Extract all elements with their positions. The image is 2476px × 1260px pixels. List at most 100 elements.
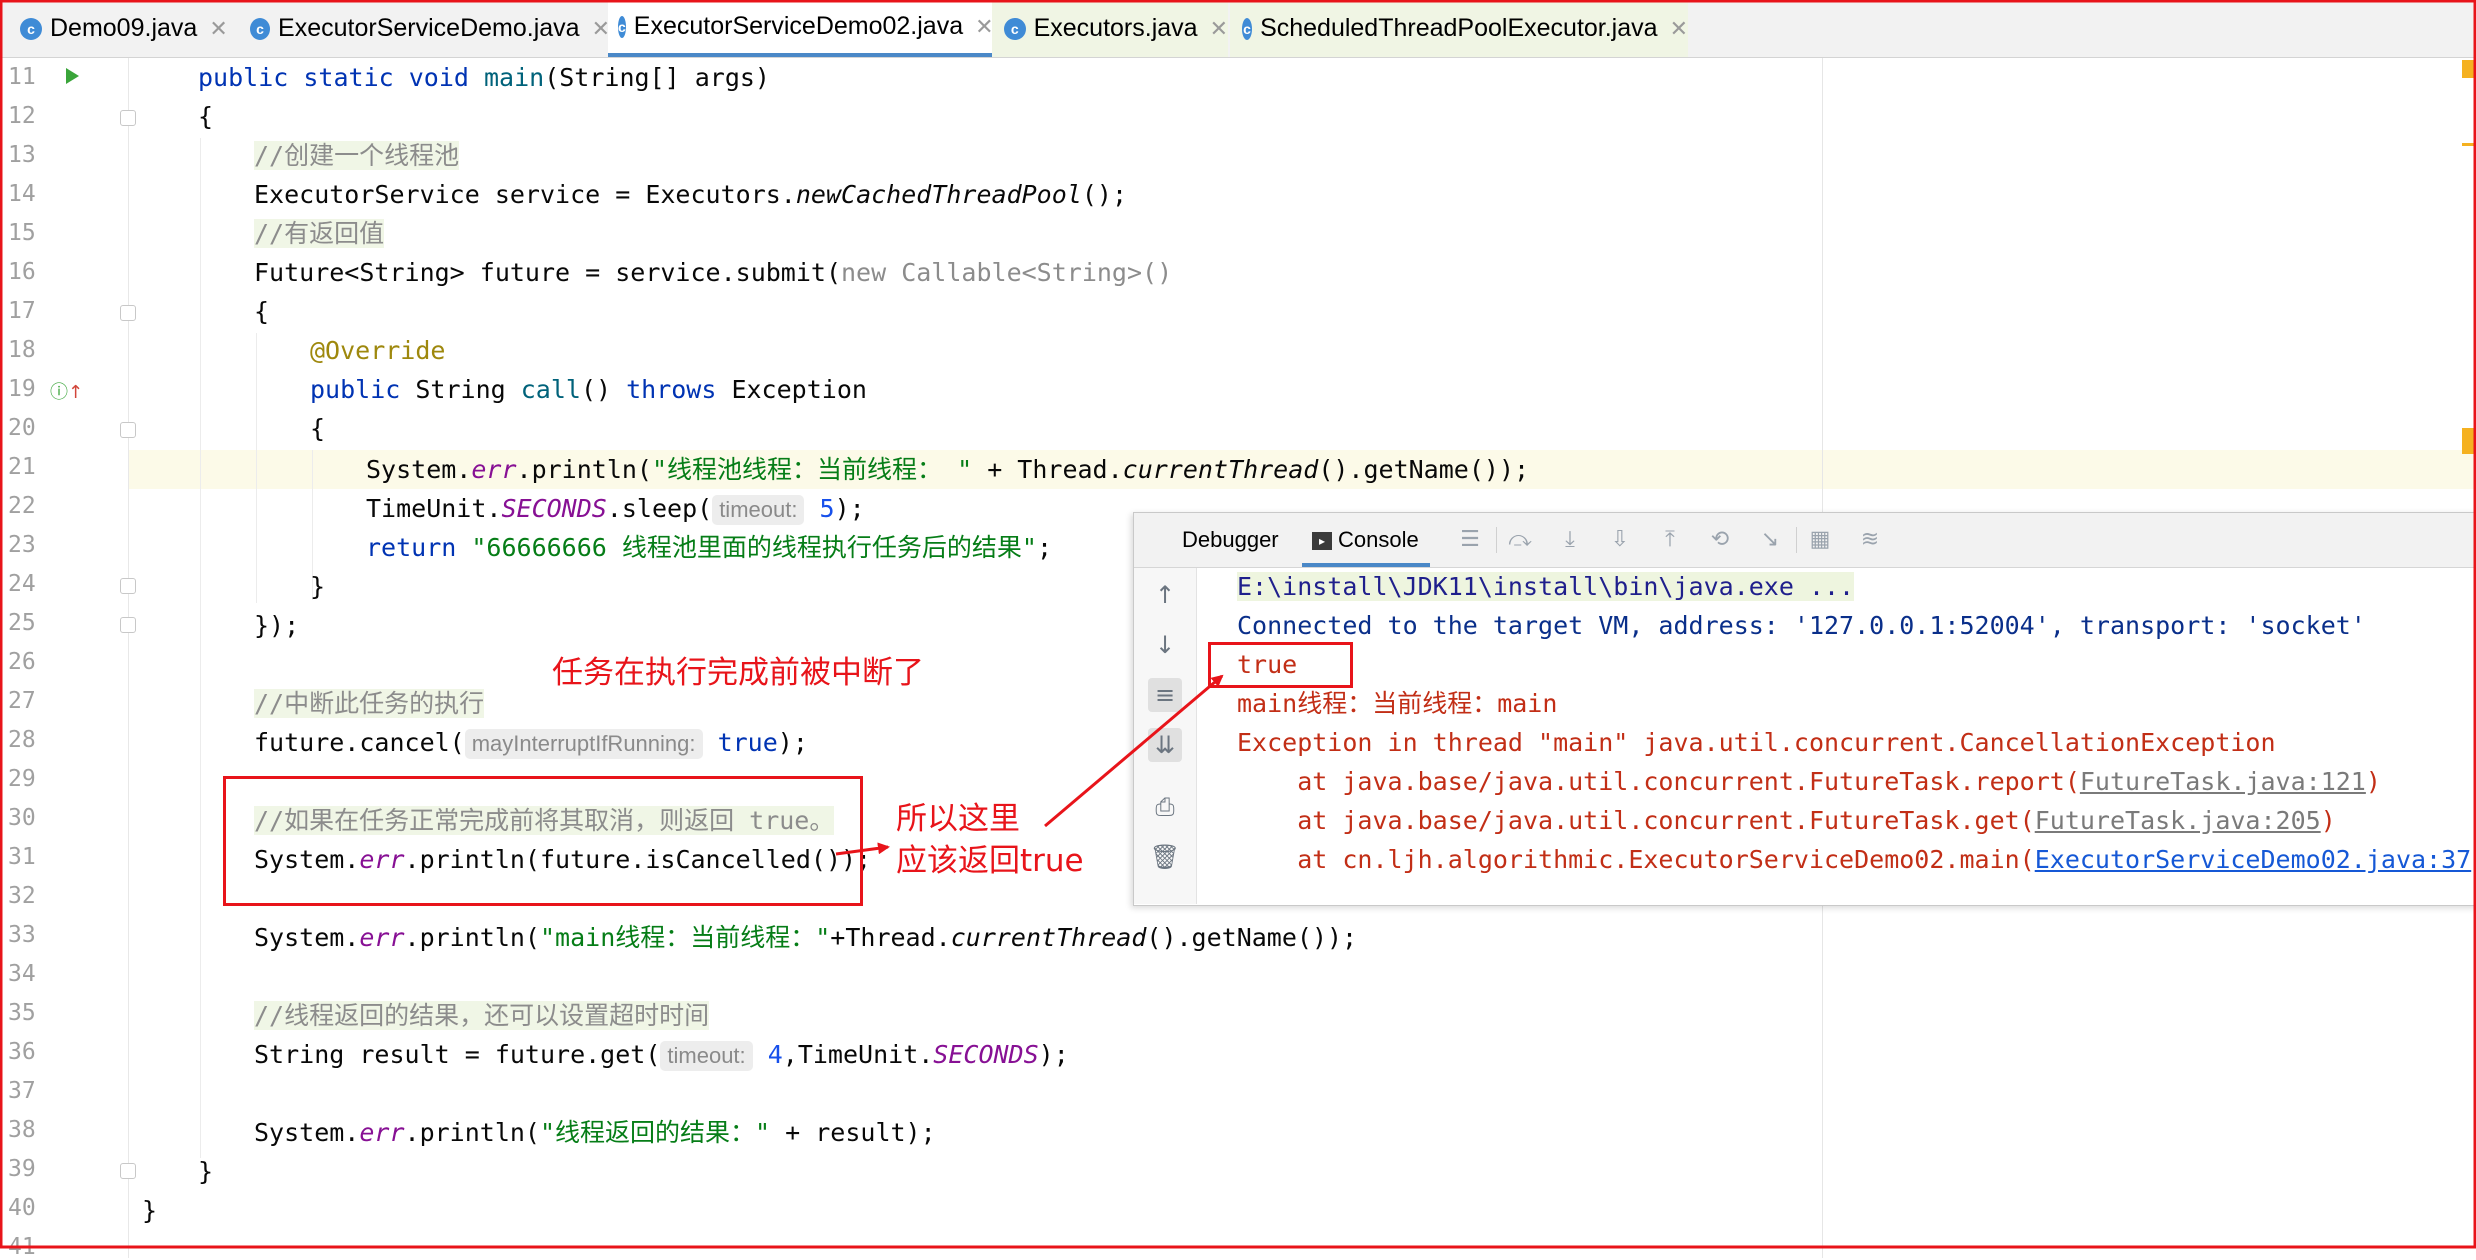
console-line: main线程：当前线程：main [1237, 689, 1558, 718]
fold-marker-icon[interactable] [120, 617, 136, 633]
tab-label: ExecutorServiceDemo.java [278, 14, 580, 42]
code-token: err [359, 923, 405, 952]
tab-scheduledthreadpoolexecutor[interactable]: c ScheduledThreadPoolExecutor.java ✕ [1230, 0, 1688, 57]
debug-tool-window: Debugger ▸ Console ☰ ⤼ ⤓ ⇩ ⤒ ⟲ ↘ ▦ ≋ ↑ ↓ … [1133, 512, 2476, 906]
step-over-icon[interactable]: ⤼ [1506, 527, 1534, 553]
code-token: new Callable<String>() [841, 258, 1173, 287]
line-number: 19 [8, 376, 36, 402]
fold-marker-icon[interactable] [120, 1163, 136, 1179]
fold-marker-icon[interactable] [120, 422, 136, 438]
code-token: ); [834, 494, 865, 523]
java-class-icon: c [1004, 17, 1026, 40]
line-number: 16 [8, 259, 36, 285]
line-number: 35 [8, 1000, 36, 1026]
code-token: public [310, 375, 416, 404]
fold-marker-icon[interactable] [120, 110, 136, 126]
console-line: E:\install\JDK11\install\bin\java.exe ..… [1237, 567, 1855, 606]
stack-frame-link[interactable]: FutureTask.java:205 [2035, 806, 2321, 835]
stack-frame: ) [2471, 845, 2476, 874]
tab-debugger[interactable]: Debugger [1182, 513, 1279, 567]
tab-demo09[interactable]: c Demo09.java ✕ [10, 0, 240, 57]
tab-executorservicedemo02[interactable]: c ExecutorServiceDemo02.java ✕ [608, 0, 994, 57]
line-number: 11 [8, 64, 36, 90]
close-icon[interactable]: ✕ [975, 14, 993, 40]
stack-frame-link[interactable]: ExecutorServiceDemo02.java:37 [2035, 845, 2472, 874]
code-comment: //线程返回的结果，还可以设置超时时间 [254, 1001, 710, 1030]
code-token: call [520, 375, 581, 404]
scrollbar-marker[interactable] [2462, 428, 2476, 454]
close-icon[interactable]: ✕ [1670, 16, 1688, 42]
code-line-25: }); [254, 611, 300, 640]
scroll-to-end-icon[interactable]: ⇊ [1148, 728, 1182, 762]
code-token: SECONDS [501, 494, 607, 523]
code-token: public static void [198, 63, 484, 92]
down-arrow-icon[interactable]: ↓ [1148, 628, 1182, 662]
code-token: (); [1081, 180, 1127, 209]
implements-method-icon[interactable]: ⓘ↑ [50, 378, 83, 404]
code-token: Exception [716, 375, 867, 404]
drop-frame-icon[interactable]: ⟲ [1706, 527, 1734, 553]
tab-executorservicedemo[interactable]: c ExecutorServiceDemo.java ✕ [240, 0, 610, 57]
soft-wrap-icon[interactable]: ≡ [1148, 678, 1182, 712]
fold-marker-icon[interactable] [120, 305, 136, 321]
code-string: "66666666 线程池里面的线程执行任务后的结果" [471, 533, 1037, 562]
menu-icon[interactable]: ☰ [1456, 527, 1484, 553]
code-token: System. [366, 455, 472, 484]
code-line-22: TimeUnit.SECONDS.sleep(timeout: 5); [142, 489, 865, 528]
line-number: 12 [8, 103, 36, 129]
tab-console-label: Console [1338, 527, 1419, 552]
tab-console[interactable]: ▸ Console [1302, 513, 1430, 567]
console-line: at java.base/java.util.concurrent.Future… [1237, 762, 2381, 801]
parameter-hint: timeout: [712, 495, 805, 525]
line-number: 14 [8, 181, 36, 207]
debug-tool-tabs: Debugger ▸ Console ☰ ⤼ ⤓ ⇩ ⤒ ⟲ ↘ ▦ ≋ [1134, 513, 2476, 568]
code-token: Future<String> future = service.submit( [254, 258, 841, 287]
annotation-box-true [1208, 642, 1353, 688]
scrollbar-marker[interactable] [2462, 60, 2476, 78]
java-class-icon: c [618, 15, 626, 38]
code-line-38: System.err.println("线程返回的结果：" + result); [142, 1113, 936, 1152]
line-number: 24 [8, 571, 36, 597]
print-icon[interactable]: ⎙ [1148, 790, 1182, 824]
code-token: ; [1036, 533, 1052, 562]
tab-label: ExecutorServiceDemo02.java [633, 12, 964, 40]
run-icon[interactable] [66, 68, 79, 84]
trace-icon[interactable]: ≋ [1856, 527, 1884, 553]
stack-frame: ) [2365, 767, 2381, 796]
tab-executors[interactable]: c Executors.java ✕ [992, 0, 1228, 57]
code-token: TimeUnit. [366, 494, 502, 523]
console-line: Connected to the target VM, address: '12… [1237, 611, 2366, 640]
code-token: ().getName()); [1318, 455, 1530, 484]
line-number: 29 [8, 766, 36, 792]
step-into-icon[interactable]: ⤓ [1556, 527, 1584, 553]
console-line: Exception in thread "main" java.util.con… [1237, 728, 2276, 757]
code-token: () [580, 375, 627, 404]
line-number: 23 [8, 532, 36, 558]
code-line-27: //中断此任务的执行 [142, 684, 485, 723]
run-to-cursor-icon[interactable]: ↘ [1756, 527, 1784, 553]
code-token: System. [254, 1118, 360, 1147]
line-number: 34 [8, 961, 36, 987]
close-icon[interactable]: ✕ [1210, 16, 1228, 42]
scrollbar-marker[interactable] [2462, 143, 2476, 146]
close-icon[interactable]: ✕ [209, 16, 227, 42]
stack-frame: at java.base/java.util.concurrent.Future… [1237, 806, 2035, 835]
fold-marker-icon[interactable] [120, 578, 136, 594]
evaluate-table-icon[interactable]: ▦ [1806, 527, 1834, 553]
line-number: 21 [8, 454, 36, 480]
up-arrow-icon[interactable]: ↑ [1148, 578, 1182, 612]
code-line-28: future.cancel(mayInterruptIfRunning: tru… [142, 723, 808, 762]
tab-label: Demo09.java [50, 14, 198, 42]
trash-icon[interactable]: 🗑 [1148, 840, 1182, 874]
step-out-icon[interactable]: ⤒ [1656, 527, 1684, 553]
parameter-hint: timeout: [660, 1041, 753, 1071]
force-step-into-icon[interactable]: ⇩ [1606, 527, 1634, 553]
code-line-14: ExecutorService service = Executors.newC… [142, 175, 1127, 214]
code-line-12: { [198, 102, 214, 131]
line-number: 17 [8, 298, 36, 324]
code-line-39: } [198, 1157, 214, 1186]
code-token: SECONDS [933, 1040, 1039, 1069]
parameter-hint: mayInterruptIfRunning: [464, 729, 703, 759]
stack-frame-link[interactable]: FutureTask.java:121 [2080, 767, 2366, 796]
editor-tab-bar: c Demo09.java ✕ c ExecutorServiceDemo.ja… [0, 0, 2476, 58]
